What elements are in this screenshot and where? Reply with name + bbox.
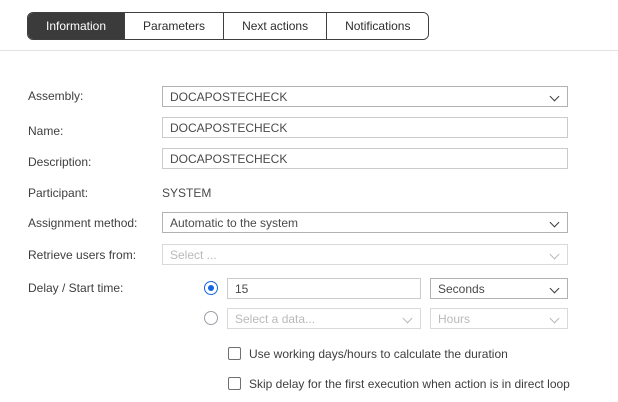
retrieve-users-label: Retrieve users from: xyxy=(28,248,136,262)
assignment-method-select-value: Automatic to the system xyxy=(170,216,298,230)
chevron-down-icon xyxy=(550,314,560,324)
tab-information[interactable]: Information xyxy=(28,13,124,39)
skip-delay-checkbox-label: Skip delay for the first execution when … xyxy=(249,377,570,391)
information-tab-panel: Information Parameters Next actions Noti… xyxy=(0,0,618,402)
chevron-down-icon xyxy=(550,250,560,260)
description-label: Description: xyxy=(28,155,91,169)
delay-duration-unit-select[interactable]: Seconds xyxy=(430,278,568,299)
delay-data-unit-value: Hours xyxy=(438,312,470,326)
chevron-down-icon xyxy=(403,314,413,324)
delay-duration-input[interactable] xyxy=(227,278,421,299)
name-label: Name: xyxy=(28,124,63,138)
assembly-select[interactable]: DOCAPOSTECHECK xyxy=(162,86,568,107)
tab-divider xyxy=(0,50,618,51)
chevron-down-icon xyxy=(550,92,560,102)
delay-data-select-placeholder: Select a data... xyxy=(235,312,315,326)
name-input[interactable] xyxy=(162,117,568,138)
description-input[interactable] xyxy=(162,148,568,169)
working-days-checkbox[interactable] xyxy=(228,347,241,360)
assembly-select-value: DOCAPOSTECHECK xyxy=(170,90,287,104)
working-days-checkbox-label: Use working days/hours to calculate the … xyxy=(249,347,508,361)
delay-duration-unit-value: Seconds xyxy=(438,282,485,296)
retrieve-users-select: Select ... xyxy=(162,244,568,265)
chevron-down-icon xyxy=(550,218,560,228)
delay-data-radio[interactable] xyxy=(204,311,218,325)
assignment-method-select[interactable]: Automatic to the system xyxy=(162,212,568,233)
tab-parameters[interactable]: Parameters xyxy=(124,13,223,39)
delay-data-unit-select: Hours xyxy=(430,308,568,329)
assembly-label: Assembly: xyxy=(28,89,83,103)
delay-start-time-label: Delay / Start time: xyxy=(28,281,123,295)
delay-data-select: Select a data... xyxy=(227,308,421,329)
participant-label: Participant: xyxy=(28,186,88,200)
delay-duration-radio[interactable] xyxy=(204,281,218,295)
assignment-method-label: Assignment method: xyxy=(28,216,137,230)
tab-bar: Information Parameters Next actions Noti… xyxy=(27,12,429,40)
chevron-down-icon xyxy=(550,284,560,294)
tab-next-actions[interactable]: Next actions xyxy=(223,13,326,39)
tab-notifications[interactable]: Notifications xyxy=(326,13,428,39)
participant-value: SYSTEM xyxy=(162,186,211,200)
retrieve-users-select-placeholder: Select ... xyxy=(170,248,217,262)
skip-delay-checkbox[interactable] xyxy=(228,377,241,390)
